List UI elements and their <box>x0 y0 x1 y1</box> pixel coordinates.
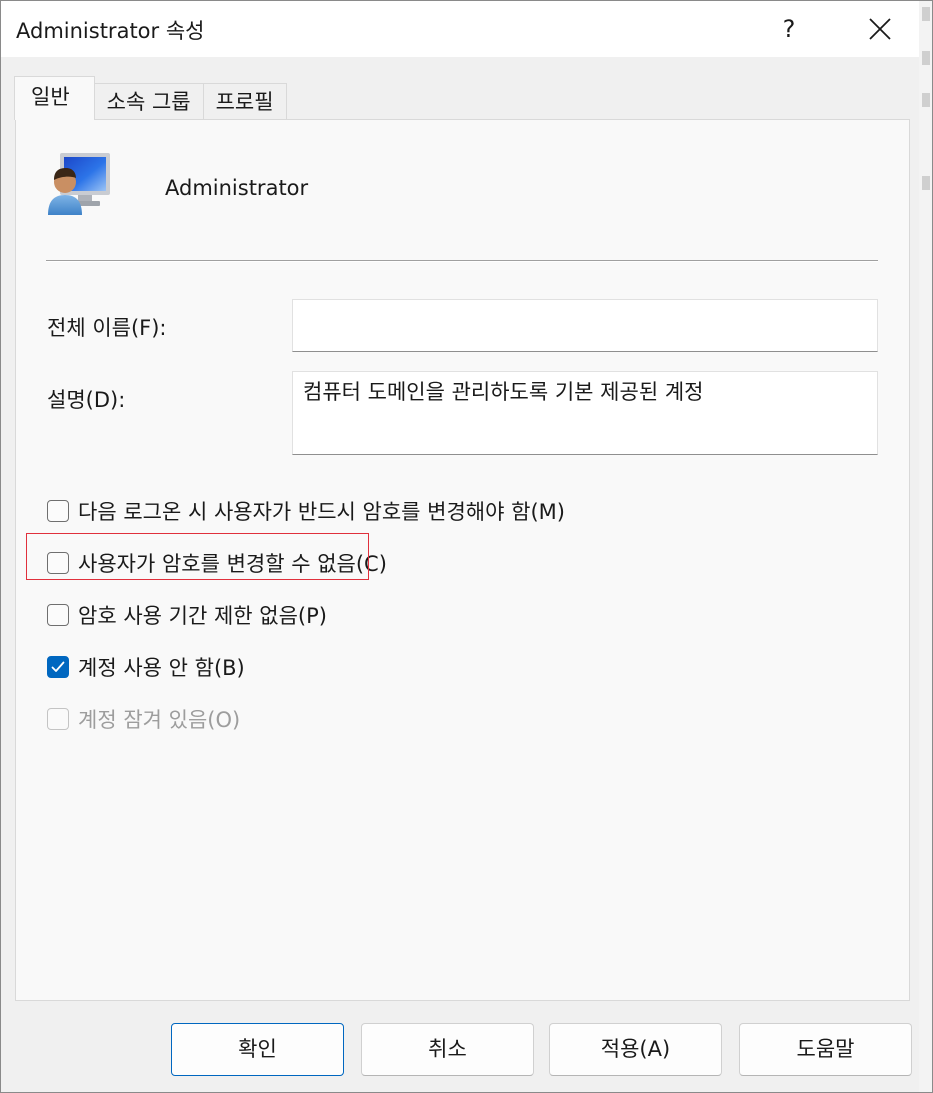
edge-mark <box>922 51 930 65</box>
window-title: Administrator 속성 <box>16 19 205 43</box>
dialog-body: 일반 소속 그룹 프로필 Administrator 전체 이름(F): 설명(… <box>1 57 919 1092</box>
account-disabled-checkbox-row[interactable]: 계정 사용 안 함(B) <box>47 652 245 682</box>
must-change-password-label: 다음 로그온 시 사용자가 반드시 암호를 변경해야 함(M) <box>78 500 565 524</box>
background-window-edge <box>919 1 932 1092</box>
tab-general[interactable]: 일반 <box>14 76 95 120</box>
general-tab-panel: Administrator 전체 이름(F): 설명(D): 컴퓨터 도메인을 … <box>15 119 910 1001</box>
cancel-button[interactable]: 취소 <box>361 1023 534 1076</box>
checkmark-icon <box>51 661 65 672</box>
account-disabled-label: 계정 사용 안 함(B) <box>78 656 245 680</box>
account-locked-label: 계정 잠겨 있음(O) <box>78 708 241 732</box>
full-name-label: 전체 이름(F): <box>47 316 167 340</box>
cannot-change-password-label: 사용자가 암호를 변경할 수 없음(C) <box>78 552 387 576</box>
properties-dialog: Administrator 속성 ? 일반 소속 그룹 프로필 Administ… <box>0 0 933 1093</box>
must-change-password-checkbox[interactable] <box>47 500 69 522</box>
description-input[interactable]: 컴퓨터 도메인을 관리하도록 기본 제공된 계정 <box>292 371 878 455</box>
close-button[interactable] <box>855 9 905 49</box>
help-title-button[interactable]: ? <box>767 9 811 49</box>
separator-line <box>46 260 878 262</box>
account-locked-checkbox <box>47 708 69 730</box>
user-name-label: Administrator <box>165 176 309 200</box>
account-disabled-checkbox[interactable] <box>47 656 69 678</box>
password-never-expires-checkbox-row[interactable]: 암호 사용 기간 제한 없음(P) <box>47 600 327 630</box>
description-label: 설명(D): <box>47 388 126 412</box>
full-name-input[interactable] <box>292 299 878 352</box>
apply-button[interactable]: 적용(A) <box>549 1023 722 1076</box>
password-never-expires-label: 암호 사용 기간 제한 없음(P) <box>78 604 327 628</box>
edge-mark <box>922 7 930 21</box>
tab-member-of[interactable]: 소속 그룹 <box>93 83 204 120</box>
edge-mark <box>922 93 930 107</box>
tab-strip: 일반 소속 그룹 프로필 <box>14 76 287 120</box>
user-computer-icon <box>48 153 110 215</box>
help-button[interactable]: 도움말 <box>739 1023 912 1076</box>
password-never-expires-checkbox[interactable] <box>47 604 69 626</box>
close-icon <box>869 18 891 40</box>
ok-button[interactable]: 확인 <box>171 1023 344 1076</box>
cannot-change-password-checkbox-row[interactable]: 사용자가 암호를 변경할 수 없음(C) <box>47 548 387 578</box>
account-locked-checkbox-row: 계정 잠겨 있음(O) <box>47 704 240 734</box>
edge-mark <box>922 176 930 190</box>
tab-profile[interactable]: 프로필 <box>202 83 287 120</box>
cannot-change-password-checkbox[interactable] <box>47 552 69 574</box>
title-bar: Administrator 속성 ? <box>1 1 919 57</box>
must-change-password-checkbox-row[interactable]: 다음 로그온 시 사용자가 반드시 암호를 변경해야 함(M) <box>47 496 565 526</box>
